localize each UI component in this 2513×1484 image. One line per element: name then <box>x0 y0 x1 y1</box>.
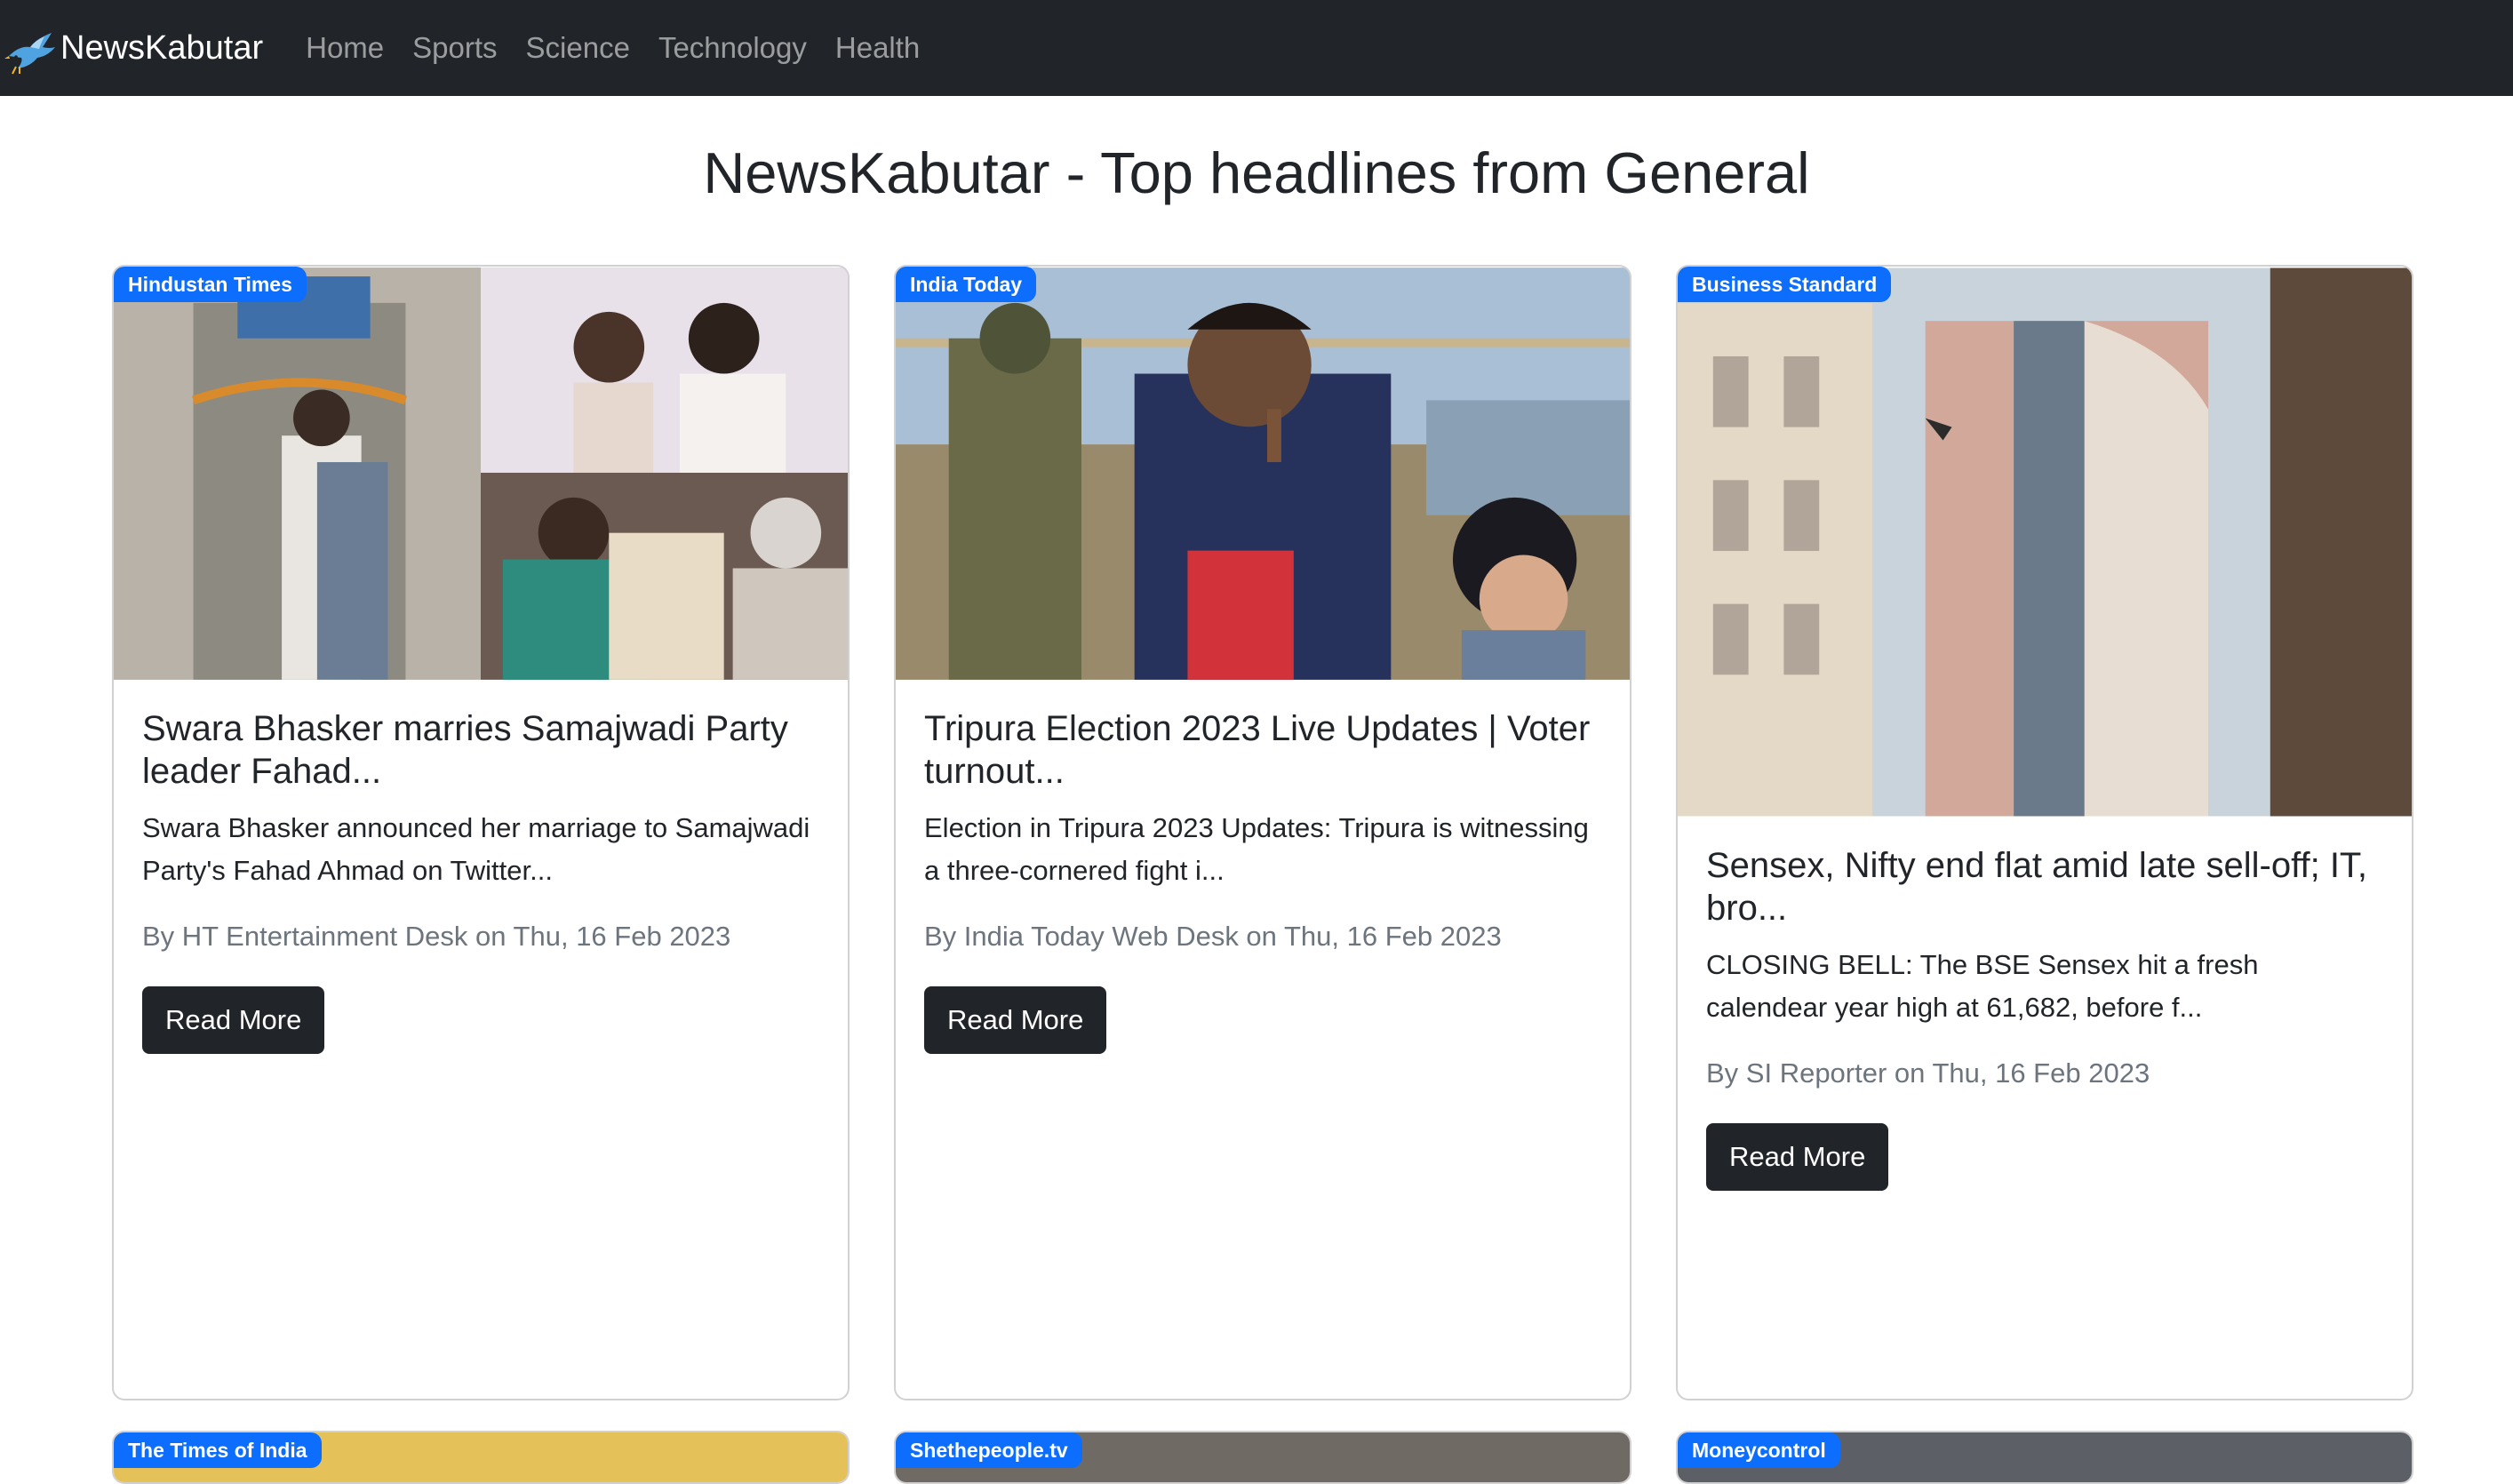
nav-link-sports[interactable]: Sports <box>412 31 497 65</box>
news-card: Hindustan Times Swara Bhasker marries Sa… <box>112 265 850 1400</box>
source-badge: India Today <box>896 267 1037 302</box>
source-badge: Hindustan Times <box>114 267 307 302</box>
news-title: Sensex, Nifty end flat amid late sell-of… <box>1706 846 2368 928</box>
news-description: Election in Tripura 2023 Updates: Tripur… <box>924 812 1589 886</box>
news-image[interactable] <box>114 267 848 681</box>
top-navbar: NewsKabutar Home Sports Science Technolo… <box>0 0 2513 96</box>
news-title: Swara Bhasker marries Samajwadi Party le… <box>142 709 788 791</box>
news-card: Business Standard Sensex, Nifty end flat… <box>1676 265 2413 1400</box>
nav-link-technology[interactable]: Technology <box>658 31 807 65</box>
news-meta: By HT Entertainment Desk on Thu, 16 Feb … <box>142 921 731 952</box>
read-more-button[interactable]: Read More <box>1706 1123 1889 1191</box>
source-badge: Moneycontrol <box>1678 1432 1840 1468</box>
news-card: Shethepeople.tv <box>894 1431 1631 1484</box>
news-meta: By SI Reporter on Thu, 16 Feb 2023 <box>1706 1057 2150 1089</box>
news-title: Tripura Election 2023 Live Updates | Vot… <box>924 709 1591 791</box>
nav-link-home[interactable]: Home <box>306 31 384 65</box>
read-more-button[interactable]: Read More <box>142 986 325 1054</box>
source-badge: The Times of India <box>114 1432 322 1468</box>
news-image[interactable] <box>1678 267 2412 818</box>
card-body: Sensex, Nifty end flat amid late sell-of… <box>1678 818 2412 1191</box>
read-more-button[interactable]: Read More <box>924 986 1107 1054</box>
brand-name: NewsKabutar <box>60 28 264 67</box>
news-description: Swara Bhasker announced her marriage to … <box>142 812 810 886</box>
page-title: NewsKabutar - Top headlines from General <box>703 140 1810 205</box>
brand-link[interactable]: NewsKabutar <box>4 20 263 76</box>
card-body: Swara Bhasker marries Samajwadi Party le… <box>114 681 848 1054</box>
source-badge: Business Standard <box>1678 267 1892 302</box>
news-card: India Today Tripura Election 2023 Live U… <box>894 265 1631 1400</box>
news-card: Moneycontrol <box>1676 1431 2413 1484</box>
news-meta: By India Today Web Desk on Thu, 16 Feb 2… <box>924 921 1502 952</box>
news-card: The Times of India <box>112 1431 850 1484</box>
news-description: CLOSING BELL: The BSE Sensex hit a fresh… <box>1706 949 2259 1023</box>
nav-link-science[interactable]: Science <box>526 31 630 65</box>
card-body: Tripura Election 2023 Live Updates | Vot… <box>896 681 1630 1054</box>
news-image[interactable] <box>896 267 1630 681</box>
nav-links: Home Sports Science Technology Health <box>306 31 948 65</box>
pigeon-logo-icon <box>4 33 55 75</box>
nav-link-health[interactable]: Health <box>835 31 920 65</box>
source-badge: Shethepeople.tv <box>896 1432 1082 1468</box>
